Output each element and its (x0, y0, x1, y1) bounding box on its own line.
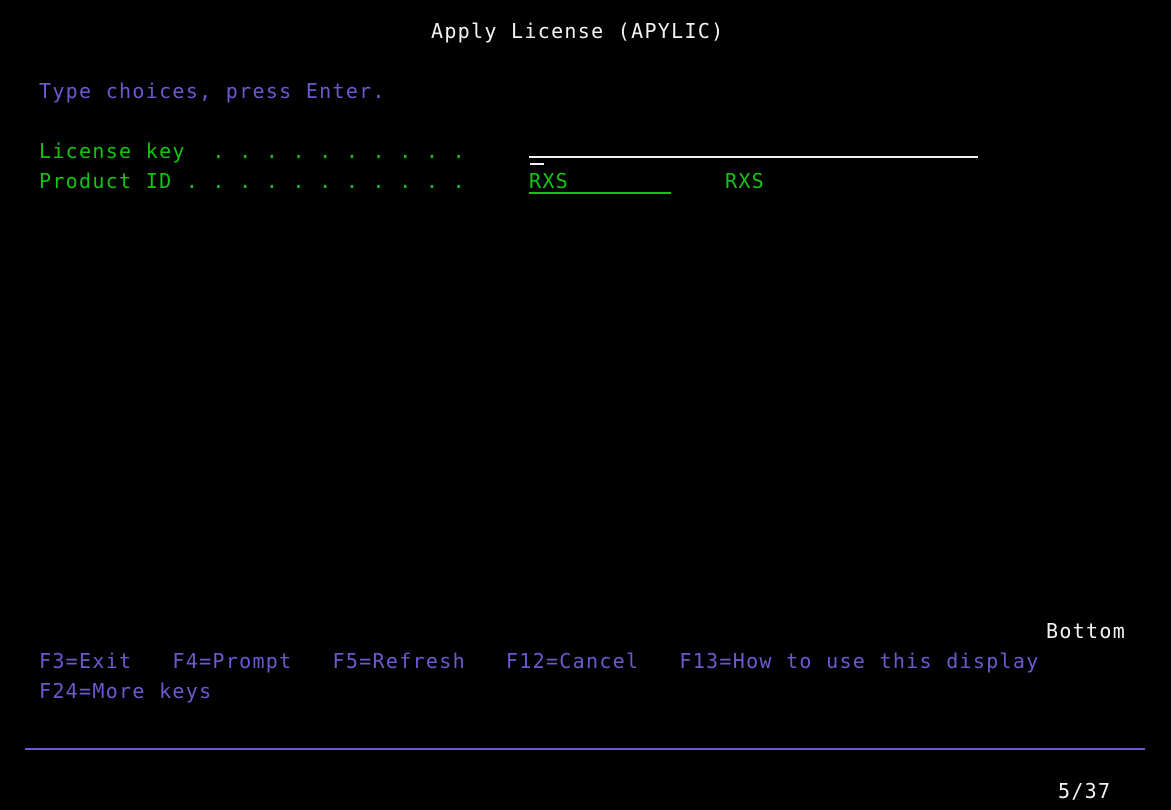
page-position-indicator: Bottom (1046, 619, 1127, 643)
product-id-label: Product ID . . . . . . . . . . . (39, 169, 466, 193)
product-id-echo-value: RXS (725, 169, 766, 193)
license-key-input-underline (529, 156, 978, 158)
function-keys-line-2[interactable]: F24=More keys (39, 676, 212, 706)
function-keys-line-1[interactable]: F3=Exit F4=Prompt F5=Refresh F12=Cancel … (39, 646, 1040, 676)
status-bar-separator (25, 748, 1145, 750)
product-id-input-underline (529, 192, 671, 194)
product-id-input[interactable]: RXS (529, 166, 671, 196)
cursor-position-indicator: 5/37 (1058, 779, 1112, 803)
instruction-text: Type choices, press Enter. (39, 79, 386, 103)
license-key-label: License key . . . . . . . . . . (39, 139, 466, 163)
page-title: Apply License (APYLIC) (431, 19, 725, 43)
text-cursor (530, 163, 544, 165)
license-key-input[interactable] (529, 136, 978, 166)
terminal-screen: Apply License (APYLIC) Type choices, pre… (0, 0, 1171, 810)
